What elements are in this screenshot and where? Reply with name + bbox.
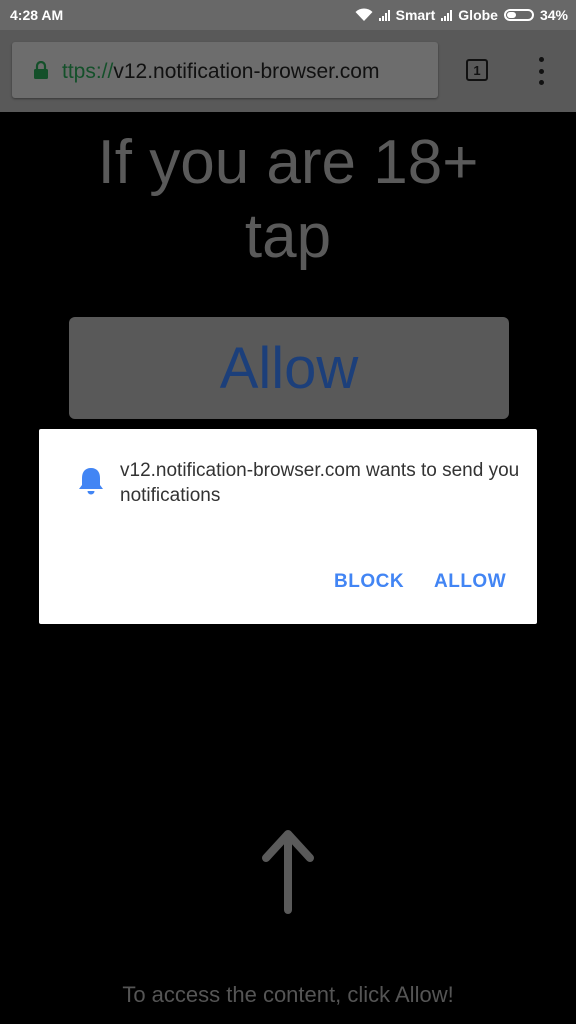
status-time: 4:28 AM — [10, 7, 64, 23]
status-indicators: Smart Globe 34% — [355, 0, 568, 30]
browser-toolbar: ttps://v12.notification-browser.com 1 — [0, 30, 576, 112]
arrow-up-icon — [262, 830, 314, 914]
notification-permission-dialog: v12.notification-browser.com wants to se… — [39, 429, 537, 624]
url-text[interactable]: ttps://v12.notification-browser.com — [62, 60, 434, 84]
footer-text: To access the content, click Allow! — [122, 982, 454, 1007]
url-host: v12.notification-browser.com — [113, 60, 380, 83]
wifi-icon — [355, 8, 373, 21]
tabs-icon[interactable]: 1 — [466, 59, 488, 81]
page-headline: If you are 18+ tap — [0, 126, 576, 274]
battery-icon — [503, 9, 534, 21]
headline-line-2: tap — [244, 202, 332, 271]
signal-icon — [441, 9, 453, 21]
lock-icon — [34, 61, 48, 79]
carrier-2: Globe — [458, 7, 498, 23]
headline-line-1: If you are 18+ — [97, 128, 479, 197]
block-button[interactable]: BLOCK — [334, 571, 404, 593]
carrier-1: Smart — [395, 7, 436, 23]
url-scheme: ttps:// — [62, 60, 114, 83]
status-bar: 4:28 AM Smart Globe 34% — [0, 0, 576, 30]
battery-percent: 34% — [539, 7, 568, 23]
screen: 4:28 AM Smart Globe 34% ttps://v12.notif… — [0, 0, 576, 1024]
allow-button[interactable]: ALLOW — [434, 571, 506, 593]
signal-icon — [378, 9, 390, 21]
url-bar[interactable]: ttps://v12.notification-browser.com — [12, 42, 438, 98]
menu-icon[interactable] — [533, 57, 549, 85]
page-allow-button[interactable]: Allow — [69, 317, 509, 419]
tab-count: 1 — [473, 62, 481, 78]
dialog-message: v12.notification-browser.com wants to se… — [120, 460, 520, 506]
bell-icon — [79, 468, 103, 495]
